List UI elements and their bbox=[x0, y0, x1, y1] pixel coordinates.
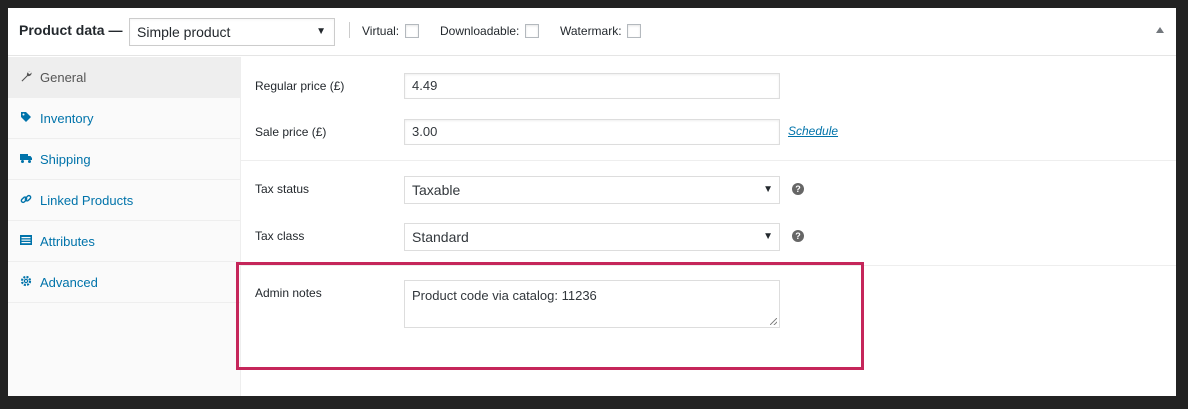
help-icon[interactable]: ? bbox=[792, 230, 804, 242]
tab-advanced[interactable]: Advanced bbox=[8, 262, 240, 303]
sale-price-input[interactable]: 3.00 bbox=[404, 119, 780, 145]
header-divider bbox=[349, 22, 350, 38]
admin-notes-group: Admin notes Product code via catalog: 11… bbox=[241, 266, 1176, 396]
sale-price-label: Sale price (£) bbox=[255, 125, 327, 139]
product-data-tabs: General Inventory Shipping Linked Produc… bbox=[8, 57, 241, 396]
tab-shipping[interactable]: Shipping bbox=[8, 139, 240, 180]
regular-price-input[interactable]: 4.49 bbox=[404, 73, 780, 99]
tab-label: General bbox=[40, 70, 87, 85]
chevron-down-icon: ▼ bbox=[763, 231, 773, 242]
tab-linked-products[interactable]: Linked Products bbox=[8, 180, 240, 221]
chevron-down-icon: ▼ bbox=[763, 184, 773, 195]
tax-class-select[interactable]: Standard ▼ bbox=[404, 223, 780, 251]
tab-label: Advanced bbox=[40, 275, 98, 290]
tax-class-label: Tax class bbox=[255, 229, 305, 243]
admin-notes-value: Product code via catalog: 11236 bbox=[412, 288, 597, 303]
chevron-down-icon: ▼ bbox=[316, 26, 326, 37]
tab-label: Shipping bbox=[40, 152, 91, 167]
general-panel: Regular price (£) 4.49 Sale price (£) 3.… bbox=[241, 57, 1176, 396]
gear-icon bbox=[20, 275, 32, 287]
product-type-value: Simple product bbox=[137, 24, 231, 40]
schedule-link[interactable]: Schedule bbox=[788, 124, 838, 138]
list-icon bbox=[20, 235, 32, 245]
collapse-arrow-icon[interactable] bbox=[1156, 27, 1164, 33]
tab-label: Inventory bbox=[40, 111, 94, 126]
product-data-panel: Product data — Simple product ▼ Virtual:… bbox=[8, 8, 1176, 396]
virtual-label: Virtual: bbox=[362, 24, 400, 38]
product-type-select[interactable]: Simple product ▼ bbox=[129, 18, 335, 46]
downloadable-label: Downloadable: bbox=[440, 24, 520, 38]
panel-title: Product data — bbox=[19, 22, 123, 38]
resize-handle[interactable] bbox=[770, 318, 777, 325]
tab-inventory[interactable]: Inventory bbox=[8, 98, 240, 139]
tag-icon bbox=[21, 112, 31, 122]
downloadable-checkbox[interactable] bbox=[525, 24, 539, 38]
admin-notes-textarea[interactable]: Product code via catalog: 11236 bbox=[404, 280, 780, 328]
pricing-group: Regular price (£) 4.49 Sale price (£) 3.… bbox=[241, 57, 1176, 161]
tax-class-value: Standard bbox=[412, 229, 469, 245]
tab-general[interactable]: General bbox=[8, 57, 240, 98]
tax-status-label: Tax status bbox=[255, 182, 310, 196]
admin-notes-label: Admin notes bbox=[255, 286, 322, 300]
wrench-icon bbox=[21, 71, 32, 82]
tab-label: Attributes bbox=[40, 234, 95, 249]
tax-status-value: Taxable bbox=[412, 182, 461, 198]
link-icon bbox=[20, 194, 32, 204]
tab-attributes[interactable]: Attributes bbox=[8, 221, 240, 262]
tax-group: Tax status Taxable ▼ ? Tax class Standar… bbox=[241, 161, 1176, 266]
help-icon[interactable]: ? bbox=[792, 183, 804, 195]
truck-icon bbox=[20, 154, 32, 163]
watermark-label: Watermark: bbox=[560, 24, 622, 38]
tax-status-select[interactable]: Taxable ▼ bbox=[404, 176, 780, 204]
product-data-header: Product data — Simple product ▼ Virtual:… bbox=[8, 8, 1176, 56]
tab-label: Linked Products bbox=[40, 193, 134, 208]
regular-price-label: Regular price (£) bbox=[255, 79, 345, 93]
virtual-checkbox[interactable] bbox=[405, 24, 419, 38]
watermark-checkbox[interactable] bbox=[627, 24, 641, 38]
